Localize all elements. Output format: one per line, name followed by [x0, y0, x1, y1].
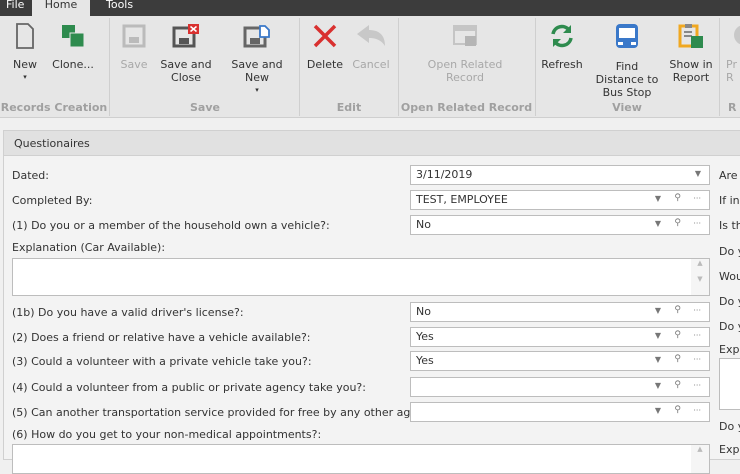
- q2-field[interactable]: Yes ▼ ⚲ ···: [410, 327, 710, 347]
- dropdown-arrow-icon[interactable]: ▼: [655, 219, 661, 228]
- right-label: Do y: [719, 245, 740, 258]
- search-icon[interactable]: ⚲: [674, 193, 681, 203]
- refresh-button[interactable]: Refresh: [541, 22, 583, 71]
- delete-button[interactable]: Delete: [306, 22, 344, 71]
- dropdown-arrow-icon[interactable]: ▼: [655, 194, 661, 203]
- completed-by-label: Completed By:: [12, 194, 93, 207]
- ellipsis-icon[interactable]: ···: [693, 355, 701, 364]
- right-label: If in: [719, 194, 740, 207]
- clone-button[interactable]: Clone...: [50, 22, 96, 71]
- ellipsis-icon[interactable]: ···: [693, 194, 701, 203]
- q1b-field[interactable]: No ▼ ⚲ ···: [410, 302, 710, 322]
- scrollbar[interactable]: ▲: [691, 445, 709, 473]
- save-new-icon: [243, 25, 270, 48]
- q1b-label: (1b) Do you have a valid driver's licens…: [12, 306, 244, 319]
- q4-field[interactable]: ▼ ⚲ ···: [410, 377, 710, 397]
- partial-circle-icon: [734, 25, 740, 45]
- q3-label: (3) Could a volunteer with a private veh…: [12, 355, 312, 368]
- q3-field[interactable]: Yes ▼ ⚲ ···: [410, 351, 710, 371]
- undo-arrow-icon: [357, 25, 385, 46]
- dropdown-arrow-icon[interactable]: ▼: [655, 306, 661, 315]
- ribbon-tabs: File Home Tools: [0, 0, 740, 16]
- dropdown-arrow-icon[interactable]: ▼: [655, 331, 661, 340]
- new-document-icon: [16, 23, 34, 49]
- ellipsis-icon[interactable]: ···: [693, 406, 701, 415]
- tab-file[interactable]: File: [0, 0, 30, 16]
- open-related-record-button[interactable]: Open Related Record: [420, 22, 510, 84]
- search-icon[interactable]: ⚲: [674, 218, 681, 228]
- dropdown-arrow-icon[interactable]: ▼: [655, 381, 661, 390]
- open-related-icon: [453, 25, 477, 46]
- right-textarea[interactable]: [719, 358, 740, 410]
- explanation-car-textarea[interactable]: ▲ ▼: [12, 258, 710, 296]
- group-partial: R: [728, 101, 737, 114]
- group-open-related: Open Related Record: [400, 101, 533, 114]
- q5-label: (5) Can another transportation service p…: [12, 406, 447, 419]
- new-button[interactable]: New ▾: [8, 22, 42, 84]
- ellipsis-icon[interactable]: ···: [693, 331, 701, 340]
- tab-tools[interactable]: Tools: [100, 0, 139, 16]
- dated-label: Dated:: [12, 169, 49, 182]
- ellipsis-icon[interactable]: ···: [693, 219, 701, 228]
- group-view: View: [612, 101, 642, 114]
- save-button[interactable]: Save: [118, 22, 150, 71]
- right-label: Are: [719, 169, 738, 182]
- q6-textarea[interactable]: ▲: [12, 444, 710, 474]
- cancel-button[interactable]: Cancel: [350, 22, 392, 71]
- search-icon[interactable]: ⚲: [674, 330, 681, 340]
- right-label: Do y: [719, 420, 740, 433]
- q1-label: (1) Do you or a member of the household …: [12, 219, 330, 232]
- q5-field[interactable]: ▼ ⚲ ···: [410, 402, 710, 422]
- q1-field[interactable]: No ▼ ⚲ ···: [410, 215, 710, 235]
- tab-home[interactable]: Home: [32, 0, 90, 16]
- search-icon[interactable]: ⚲: [674, 305, 681, 315]
- delete-x-icon: [313, 24, 337, 48]
- search-icon[interactable]: ⚲: [674, 354, 681, 364]
- save-close-icon: [172, 24, 199, 48]
- clone-icon: [62, 25, 85, 48]
- ribbon: New ▾ Clone... Save Save and Close Save a…: [0, 16, 740, 118]
- scrollbar[interactable]: ▲ ▼: [691, 259, 709, 295]
- right-label: Do y: [719, 295, 740, 308]
- right-label: Wou: [719, 270, 740, 283]
- panel-title: Questionaires: [4, 131, 740, 156]
- group-edit: Edit: [336, 101, 362, 114]
- save-and-close-button[interactable]: Save and Close: [160, 22, 212, 84]
- completed-by-field[interactable]: TEST, EMPLOYEE ▼ ⚲ ···: [410, 190, 710, 210]
- right-label: Expl: [719, 443, 740, 456]
- save-and-new-button[interactable]: Save and New ▾: [218, 22, 296, 97]
- explanation-car-label: Explanation (Car Available):: [12, 241, 166, 254]
- dropdown-arrow-icon[interactable]: ▼: [655, 355, 661, 364]
- q6-label: (6) How do you get to your non-medical a…: [12, 428, 322, 441]
- q2-label: (2) Does a friend or relative have a veh…: [12, 331, 311, 344]
- group-records-creation: Records Creation: [0, 101, 108, 114]
- dated-field[interactable]: 3/11/2019 ▼: [410, 165, 710, 185]
- search-icon[interactable]: ⚲: [674, 405, 681, 415]
- right-label: Do y: [719, 320, 740, 333]
- dropdown-arrow-icon[interactable]: ▼: [695, 169, 701, 178]
- report-icon: [678, 24, 703, 48]
- find-distance-button[interactable]: Find Distance to Bus Stop: [590, 22, 664, 99]
- save-icon: [122, 24, 146, 48]
- right-label: Is th: [719, 219, 740, 232]
- bus-icon: [616, 24, 638, 48]
- ellipsis-icon[interactable]: ···: [693, 381, 701, 390]
- group-save: Save: [190, 101, 220, 114]
- show-in-report-button[interactable]: Show in Report: [668, 22, 714, 84]
- partial-button[interactable]: Pr R: [726, 22, 740, 84]
- search-icon[interactable]: ⚲: [674, 380, 681, 390]
- refresh-icon: [551, 24, 573, 48]
- dropdown-arrow-icon[interactable]: ▼: [655, 406, 661, 415]
- right-label: Expl: [719, 343, 740, 356]
- q4-label: (4) Could a volunteer from a public or p…: [12, 381, 366, 394]
- ellipsis-icon[interactable]: ···: [693, 306, 701, 315]
